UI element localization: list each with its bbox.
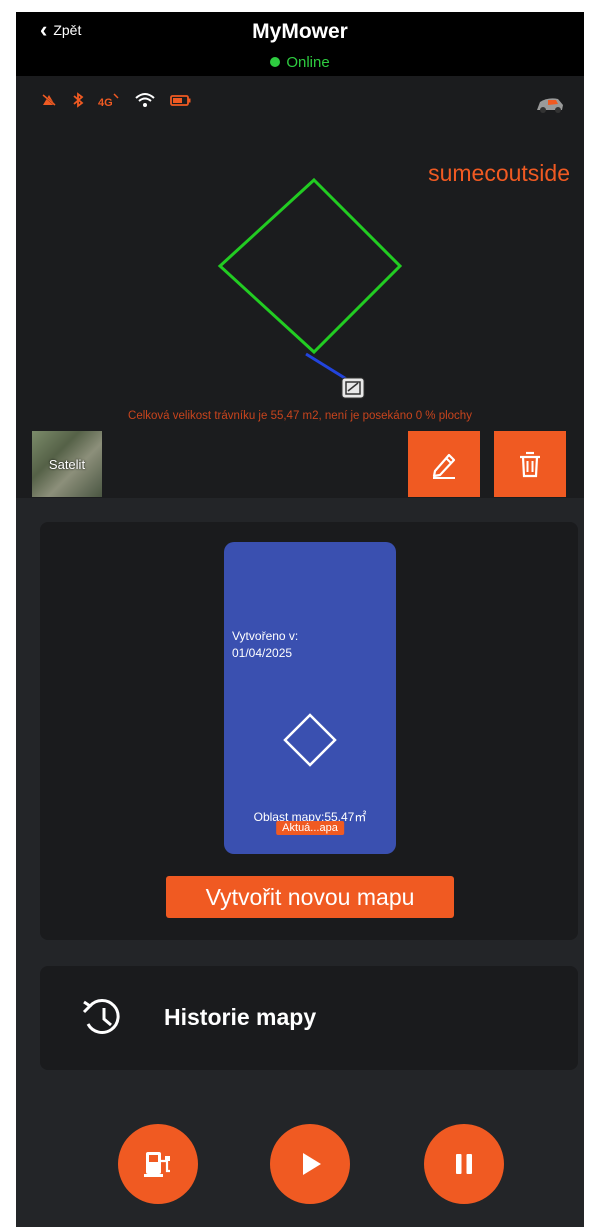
map-card: Vytvořeno v: 01/04/2025 Oblast mapy:55.4… (40, 522, 578, 940)
trash-icon (520, 451, 540, 478)
header: ‹ Zpět MyMower Online (16, 12, 584, 76)
page-title: MyMower (252, 20, 348, 43)
connection-status: Online (16, 54, 584, 71)
created-info: Vytvořeno v: 01/04/2025 (232, 628, 298, 662)
saved-map-tile[interactable]: Vytvořeno v: 01/04/2025 Oblast mapy:55.4… (224, 542, 396, 854)
lawn-area-info: Celková velikost trávníku je 55,47 m2, n… (128, 410, 472, 422)
battery-icon (170, 93, 192, 110)
charging-station-icon[interactable] (341, 377, 365, 399)
lawn-boundary (217, 177, 403, 355)
gps-off-icon (40, 92, 58, 111)
created-label: Vytvořeno v: (232, 629, 299, 643)
map-thumbnail (283, 713, 337, 767)
svg-text:4G: 4G (98, 97, 113, 108)
pause-icon (456, 1154, 472, 1174)
history-icon (82, 998, 120, 1034)
current-map-badge: Aktuá...apa (276, 821, 344, 835)
start-mowing-button[interactable] (270, 1124, 350, 1204)
pause-mowing-button[interactable] (424, 1124, 504, 1204)
satellite-label: Satelit (48, 456, 86, 472)
delete-map-button[interactable] (494, 431, 566, 497)
4g-icon: 4G (98, 92, 120, 111)
status-dot (270, 57, 281, 68)
map-view[interactable]: 4G sumecoutside Celková velikost trávník… (16, 76, 584, 498)
status-icons: 4G (40, 92, 192, 111)
mower-robot-icon[interactable] (534, 96, 566, 114)
app-screen: ‹ Zpět MyMower Online 4G sumecoutside Ce… (16, 12, 584, 1227)
play-icon (303, 1153, 321, 1175)
satellite-toggle-button[interactable]: Satelit (32, 431, 102, 497)
map-history-button[interactable]: Historie mapy (40, 966, 578, 1070)
created-date: 01/04/2025 (232, 646, 293, 660)
edit-map-button[interactable] (408, 431, 480, 497)
map-name: sumecoutside (428, 160, 570, 186)
path-to-dock (305, 352, 349, 382)
pencil-icon (432, 453, 456, 479)
bluetooth-icon (72, 92, 84, 111)
charging-dock-icon (144, 1152, 170, 1177)
wifi-icon (134, 92, 156, 111)
create-new-map-button[interactable]: Vytvořit novou mapu (166, 876, 454, 918)
status-text: Online (286, 54, 330, 71)
return-to-dock-button[interactable] (118, 1124, 198, 1204)
history-label: Historie mapy (164, 1004, 317, 1030)
